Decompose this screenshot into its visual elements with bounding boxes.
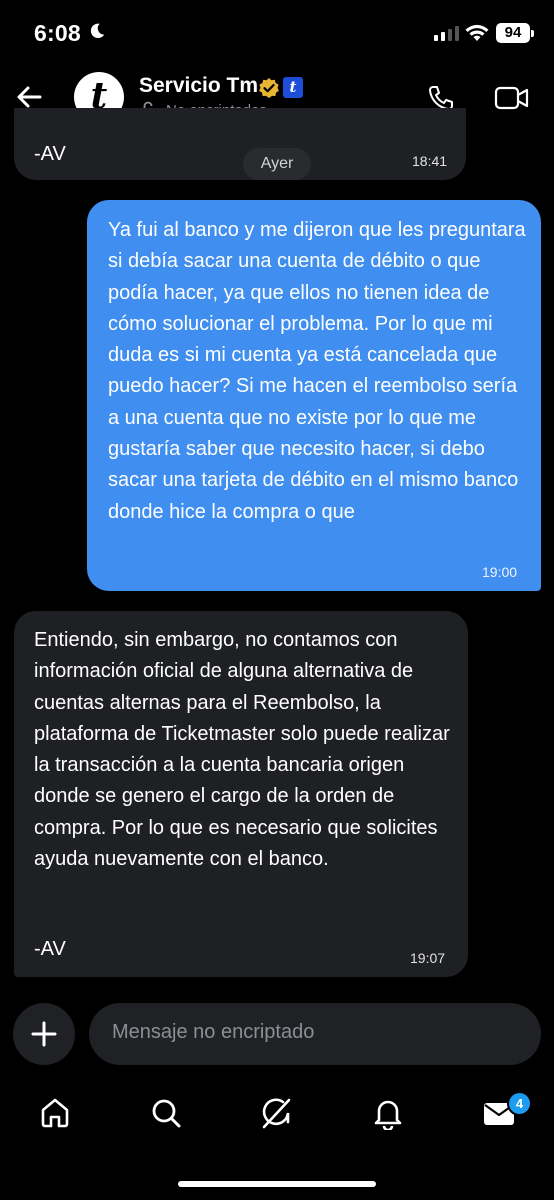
outgoing-message-text: Ya fui al banco y me dijeron que les pre… xyxy=(108,219,526,523)
affiliate-badge: t xyxy=(283,77,303,98)
video-call-icon[interactable] xyxy=(494,85,530,111)
date-separator: Ayer xyxy=(243,148,311,180)
home-icon[interactable] xyxy=(38,1096,72,1130)
status-time: 6:08 xyxy=(34,20,81,46)
message-input-placeholder: Mensaje no encriptado xyxy=(112,1021,315,1043)
do-not-disturb-icon xyxy=(90,23,105,39)
battery-tip xyxy=(531,30,534,37)
search-icon[interactable] xyxy=(149,1096,183,1130)
incoming-message-signature: -AV xyxy=(34,938,66,960)
notifications-icon[interactable] xyxy=(371,1096,405,1130)
plus-icon xyxy=(31,1021,57,1047)
home-indicator[interactable] xyxy=(178,1181,376,1187)
battery-level: 94 xyxy=(496,23,530,43)
grok-icon[interactable] xyxy=(259,1096,293,1130)
previous-message-time: 18:41 xyxy=(412,153,448,169)
incoming-message-time: 19:07 xyxy=(410,950,446,966)
messages-badge: 4 xyxy=(507,1091,532,1116)
contact-name[interactable]: Servicio Tm xyxy=(139,74,258,98)
add-attachment-button[interactable] xyxy=(13,1003,75,1065)
verified-badge-icon xyxy=(259,78,279,98)
incoming-message-text: Entiendo, sin embargo, no contamos con i… xyxy=(34,629,450,871)
outgoing-message-time: 19:00 xyxy=(482,564,518,580)
previous-message-text: -AV xyxy=(34,143,66,165)
previous-message-bubble[interactable] xyxy=(14,108,466,180)
wifi-icon xyxy=(465,24,489,41)
cellular-signal-icon xyxy=(434,26,459,41)
